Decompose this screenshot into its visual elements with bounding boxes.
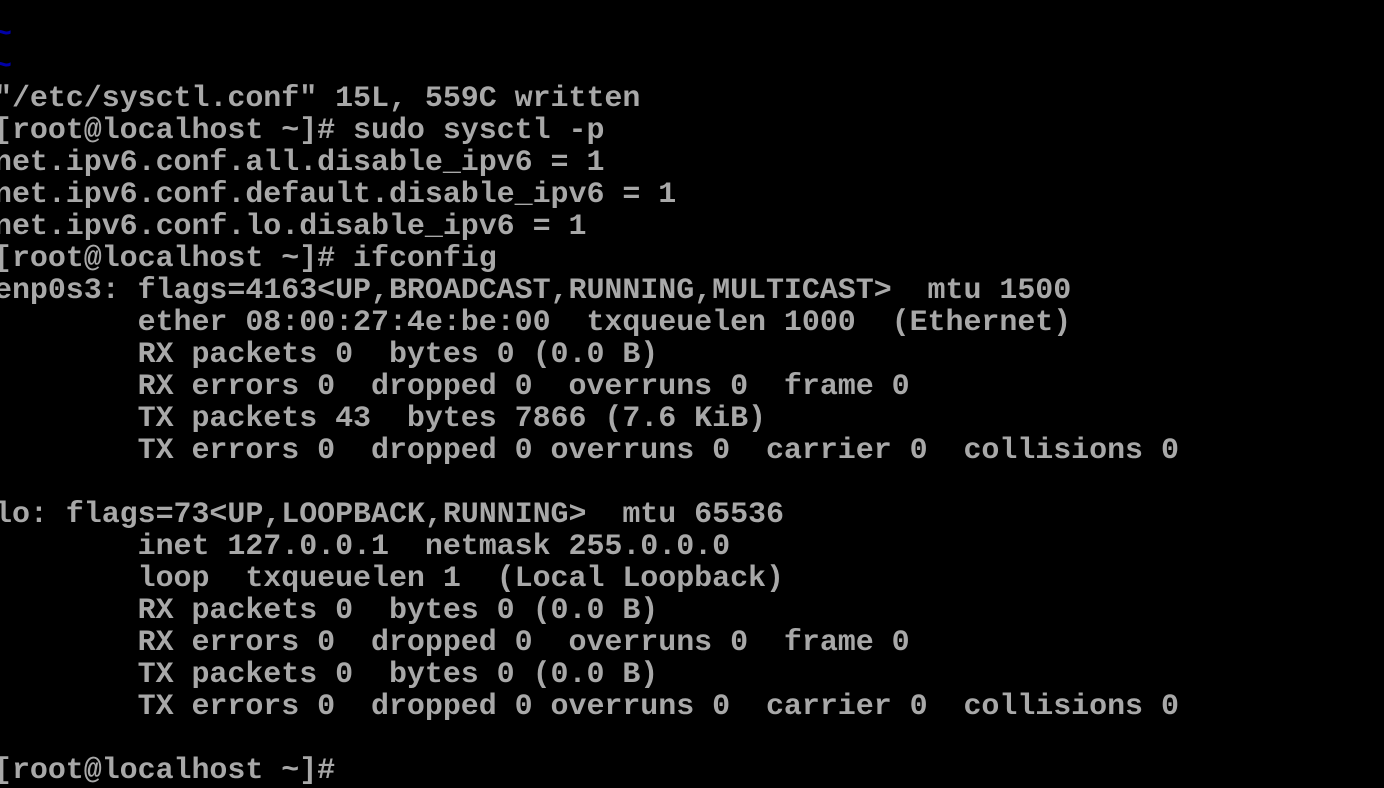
terminal-line: enp0s3: flags=4163<UP,BROADCAST,RUNNING,… [0,274,1072,308]
command-prompt[interactable]: [root@localhost ~]# [0,755,1179,787]
terminal-line: TX errors 0 dropped 0 overruns 0 carrier… [0,690,1179,724]
terminal-line: "/etc/sysctl.conf" 15L, 559C written [0,82,641,116]
terminal-console[interactable]: ~ ~ "/etc/sysctl.conf" 15L, 559C written [r… [0,19,1179,787]
terminal-line: RX errors 0 dropped 0 overruns 0 frame 0 [0,370,910,404]
terminal-line: [root@localhost ~]# sudo sysctl -p [0,114,605,148]
terminal-line: inet 127.0.0.1 netmask 255.0.0.0 [0,530,731,564]
terminal-line: TX errors 0 dropped 0 overruns 0 carrier… [0,434,1179,468]
terminal-line: net.ipv6.conf.lo.disable_ipv6 = 1 [0,210,587,244]
terminal-line: [root@localhost ~]# ifconfig [0,242,497,276]
terminal-line: net.ipv6.conf.default.disable_ipv6 = 1 [0,178,677,212]
terminal-line: RX packets 0 bytes 0 (0.0 B) [0,338,659,372]
terminal-line: net.ipv6.conf.all.disable_ipv6 = 1 [0,146,605,180]
empty-buffer-tilde: ~ [0,50,12,84]
empty-buffer-tilde: ~ [0,18,12,52]
terminal-line: ether 08:00:27:4e:be:00 txqueuelen 1000 … [0,306,1072,340]
terminal-line: TX packets 43 bytes 7866 (7.6 KiB) [0,402,766,436]
terminal-line: TX packets 0 bytes 0 (0.0 B) [0,658,659,692]
terminal-line: RX packets 0 bytes 0 (0.0 B) [0,594,659,628]
terminal-line: lo: flags=73<UP,LOOPBACK,RUNNING> mtu 65… [0,498,784,532]
terminal-line: RX errors 0 dropped 0 overruns 0 frame 0 [0,626,910,660]
terminal-line: loop txqueuelen 1 (Local Loopback) [0,562,784,596]
